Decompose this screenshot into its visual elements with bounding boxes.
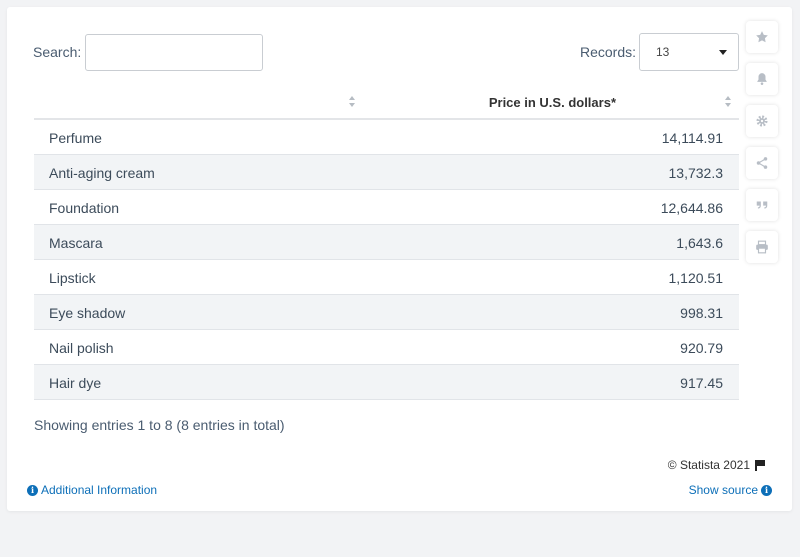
show-source-label: Show source: [688, 483, 758, 497]
row-value: 998.31: [680, 305, 723, 321]
row-value: 920.79: [680, 340, 723, 356]
copyright: © Statista 2021: [668, 458, 765, 472]
row-value: 13,732.3: [668, 165, 724, 181]
print-icon: [756, 240, 768, 254]
table-row: Foundation 12,644.86: [34, 190, 739, 225]
cite-button[interactable]: [746, 189, 778, 221]
caret-down-icon: [719, 50, 727, 55]
additional-information-label: Additional Information: [41, 483, 158, 497]
settings-button[interactable]: [746, 105, 778, 137]
row-label: Lipstick: [49, 270, 96, 286]
row-label: Hair dye: [49, 375, 102, 391]
row-value: 917.45: [680, 375, 723, 391]
row-value: 12,644.86: [660, 200, 723, 216]
statistic-card: Search: Records: 13 Price in U.S. dollar…: [7, 7, 792, 511]
notification-button[interactable]: [746, 63, 778, 95]
sort-icon[interactable]: [349, 96, 357, 110]
search-label: Search:: [33, 44, 82, 60]
column-header-price[interactable]: Price in U.S. dollars*: [489, 95, 616, 110]
gear-icon: [756, 115, 768, 127]
flag-icon[interactable]: [754, 459, 765, 471]
info-icon: i: [27, 484, 38, 496]
row-label: Anti-aging cream: [49, 165, 155, 181]
entries-summary: Showing entries 1 to 8 (8 entries in tot…: [34, 417, 285, 433]
row-label: Mascara: [49, 235, 103, 251]
share-button[interactable]: [746, 147, 778, 179]
row-label: Perfume: [49, 130, 102, 146]
row-value: 14,114.91: [661, 130, 723, 146]
bell-icon: [757, 73, 767, 85]
data-table: Price in U.S. dollars* Perfume 14,114.91…: [34, 85, 739, 400]
star-icon: [756, 31, 768, 43]
favorite-button[interactable]: [746, 21, 778, 53]
print-button[interactable]: [746, 231, 778, 263]
records-select[interactable]: 13: [639, 33, 739, 71]
row-label: Nail polish: [49, 340, 114, 356]
table-row: Anti-aging cream 13,732.3: [34, 155, 739, 190]
row-value: 1,120.51: [668, 270, 724, 286]
table-header: Price in U.S. dollars*: [34, 85, 739, 120]
row-value: 1,643.6: [676, 235, 723, 251]
copyright-text: © Statista 2021: [667, 458, 750, 472]
info-icon: i: [761, 484, 772, 496]
table-row: Mascara 1,643.6: [34, 225, 739, 260]
records-value: 13: [656, 45, 670, 59]
share-icon: [756, 157, 768, 169]
table-row: Nail polish 920.79: [34, 330, 739, 365]
show-source-link[interactable]: Show source i: [689, 483, 772, 497]
records-label: Records:: [580, 44, 637, 60]
row-label: Eye shadow: [49, 305, 126, 321]
row-label: Foundation: [49, 200, 120, 216]
quote-icon: [756, 201, 768, 209]
table-row: Perfume 14,114.91: [34, 120, 739, 155]
table-row: Eye shadow 998.31: [34, 295, 739, 330]
additional-information-link[interactable]: i Additional Information: [27, 483, 157, 497]
search-input[interactable]: [85, 34, 263, 71]
table-row: Hair dye 917.45: [34, 365, 739, 400]
sort-icon[interactable]: [725, 96, 733, 110]
table-row: Lipstick 1,120.51: [34, 260, 739, 295]
